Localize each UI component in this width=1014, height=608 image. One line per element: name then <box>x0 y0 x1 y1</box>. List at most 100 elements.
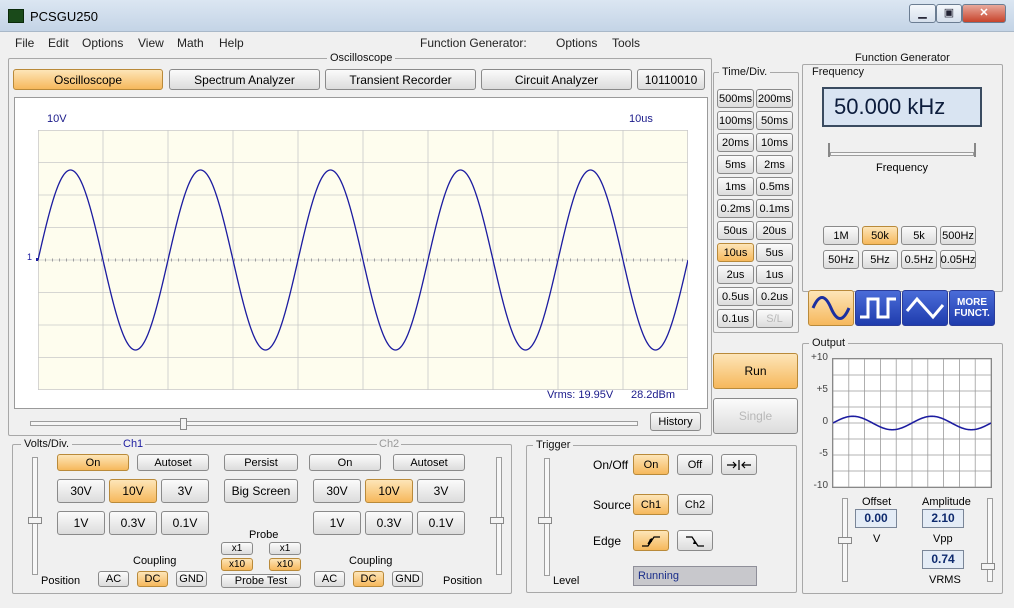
ch1-on-button[interactable]: On <box>57 454 129 471</box>
ch2-range-1V-button[interactable]: 1V <box>313 511 361 535</box>
timediv-01ms-button[interactable]: 0.1ms <box>756 199 793 218</box>
ch2-coupling-ac-button[interactable]: AC <box>314 571 345 587</box>
fg-range-05Hz-button[interactable]: 0.5Hz <box>901 250 937 269</box>
ch2-range-30V-button[interactable]: 30V <box>313 479 361 503</box>
menu-math[interactable]: Math <box>177 36 204 50</box>
ch2-range-3V-button[interactable]: 3V <box>417 479 465 503</box>
ch1-range-01V-button[interactable]: 0.1V <box>161 511 209 535</box>
trigger-level-thumb[interactable] <box>538 517 552 524</box>
menu-file[interactable]: File <box>15 36 34 50</box>
ch2-probe-x1-button[interactable]: x1 <box>269 542 301 555</box>
ch1-position-slider[interactable] <box>32 457 38 575</box>
timediv-02ms-button[interactable]: 0.2ms <box>717 199 754 218</box>
timediv-2ms-button[interactable]: 2ms <box>756 155 793 174</box>
ch1-autoset-button[interactable]: Autoset <box>137 454 209 471</box>
timediv-05us-button[interactable]: 0.5us <box>717 287 754 306</box>
timediv-20us-button[interactable]: 20us <box>756 221 793 240</box>
ch2-probe-x10-button[interactable]: x10 <box>269 558 301 571</box>
menu-edit[interactable]: Edit <box>48 36 69 50</box>
more-functions-button[interactable]: MORE FUNCT. <box>949 290 995 326</box>
timediv-50ms-button[interactable]: 50ms <box>756 111 793 130</box>
ch2-position-slider[interactable] <box>496 457 502 575</box>
ch2-range-01V-button[interactable]: 0.1V <box>417 511 465 535</box>
trigger-source-ch2-button[interactable]: Ch2 <box>677 494 713 515</box>
timediv-05ms-button[interactable]: 0.5ms <box>756 177 793 196</box>
menu-tools[interactable]: Tools <box>612 36 640 50</box>
timediv-5ms-button[interactable]: 5ms <box>717 155 754 174</box>
timediv-2us-button[interactable]: 2us <box>717 265 754 284</box>
ch1-coupling-gnd-button[interactable]: GND <box>176 571 207 587</box>
trigger-source-ch1-button[interactable]: Ch1 <box>633 494 669 515</box>
ch1-probe-x1-button[interactable]: x1 <box>221 542 253 555</box>
restore-button[interactable]: ▣ <box>936 4 962 23</box>
single-button[interactable]: Single <box>713 398 798 434</box>
ch2-on-button[interactable]: On <box>309 454 381 471</box>
triangle-wave-button[interactable] <box>902 290 948 326</box>
offset-slider-thumb[interactable] <box>838 537 852 544</box>
timediv-02us-button[interactable]: 0.2us <box>756 287 793 306</box>
sine-wave-button[interactable] <box>808 290 854 326</box>
tab-circuit-analyzer[interactable]: Circuit Analyzer <box>481 69 632 90</box>
ch2-coupling-dc-button[interactable]: DC <box>353 571 384 587</box>
fg-range-500Hz-button[interactable]: 500Hz <box>940 226 976 245</box>
probe-test-button[interactable]: Probe Test <box>221 574 301 588</box>
tab-spectrum-analyzer[interactable]: Spectrum Analyzer <box>169 69 320 90</box>
ch1-coupling-dc-button[interactable]: DC <box>137 571 168 587</box>
timediv-1us-button[interactable]: 1us <box>756 265 793 284</box>
ch2-coupling-gnd-button[interactable]: GND <box>392 571 423 587</box>
ch1-range-1V-button[interactable]: 1V <box>57 511 105 535</box>
tab-logic[interactable]: 10110010 <box>637 69 705 90</box>
ch1-coupling-ac-button[interactable]: AC <box>98 571 129 587</box>
ch1-range-03V-button[interactable]: 0.3V <box>109 511 157 535</box>
ch1-range-10V-button[interactable]: 10V <box>109 479 157 503</box>
timediv-500ms-button[interactable]: 500ms <box>717 89 754 108</box>
ch1-range-30V-button[interactable]: 30V <box>57 479 105 503</box>
horizontal-position-thumb[interactable] <box>180 418 187 430</box>
menu-function-generator[interactable]: Function Generator: <box>420 36 527 50</box>
ch2-position-thumb[interactable] <box>490 517 504 524</box>
timediv-SL-button[interactable]: S/L <box>756 309 793 328</box>
timediv-01us-button[interactable]: 0.1us <box>717 309 754 328</box>
timediv-10ms-button[interactable]: 10ms <box>756 133 793 152</box>
minimize-button[interactable]: ▁ <box>909 4 936 23</box>
amplitude-slider-thumb[interactable] <box>981 563 995 570</box>
menu-help[interactable]: Help <box>219 36 244 50</box>
timediv-20ms-button[interactable]: 20ms <box>717 133 754 152</box>
persist-button[interactable]: Persist <box>224 454 298 471</box>
fg-range-50Hz-button[interactable]: 50Hz <box>823 250 859 269</box>
big-screen-button[interactable]: Big Screen <box>224 479 298 503</box>
menu-options[interactable]: Options <box>82 36 123 50</box>
trigger-rising-edge-button[interactable] <box>633 530 669 551</box>
ch2-range-10V-button[interactable]: 10V <box>365 479 413 503</box>
close-button[interactable]: ✕ <box>962 4 1006 23</box>
menu-view[interactable]: View <box>138 36 164 50</box>
ch1-position-thumb[interactable] <box>28 517 42 524</box>
tab-transient-recorder[interactable]: Transient Recorder <box>325 69 476 90</box>
timediv-100ms-button[interactable]: 100ms <box>717 111 754 130</box>
run-button[interactable]: Run <box>713 353 798 389</box>
tab-oscilloscope[interactable]: Oscilloscope <box>13 69 163 90</box>
ch1-probe-x10-button[interactable]: x10 <box>221 558 253 571</box>
timediv-5us-button[interactable]: 5us <box>756 243 793 262</box>
fg-range-5k-button[interactable]: 5k <box>901 226 937 245</box>
history-button[interactable]: History <box>650 412 701 431</box>
frequency-slider[interactable] <box>830 152 974 156</box>
trigger-on-button[interactable]: On <box>633 454 669 475</box>
menu-fg-options[interactable]: Options <box>556 36 597 50</box>
fg-range-50k-button[interactable]: 50k <box>862 226 898 245</box>
timediv-200ms-button[interactable]: 200ms <box>756 89 793 108</box>
horizontal-position-slider[interactable] <box>30 421 638 426</box>
timediv-50us-button[interactable]: 50us <box>717 221 754 240</box>
fg-range-5Hz-button[interactable]: 5Hz <box>862 250 898 269</box>
square-wave-button[interactable] <box>855 290 901 326</box>
trigger-center-button[interactable] <box>721 454 757 475</box>
ch1-range-3V-button[interactable]: 3V <box>161 479 209 503</box>
fg-range-1M-button[interactable]: 1M <box>823 226 859 245</box>
ch2-autoset-button[interactable]: Autoset <box>393 454 465 471</box>
trigger-off-button[interactable]: Off <box>677 454 713 475</box>
scope-waveform-plot[interactable] <box>38 130 688 390</box>
trigger-falling-edge-button[interactable] <box>677 530 713 551</box>
timediv-1ms-button[interactable]: 1ms <box>717 177 754 196</box>
fg-range-005Hz-button[interactable]: 0.05Hz <box>940 250 976 269</box>
timediv-10us-button[interactable]: 10us <box>717 243 754 262</box>
